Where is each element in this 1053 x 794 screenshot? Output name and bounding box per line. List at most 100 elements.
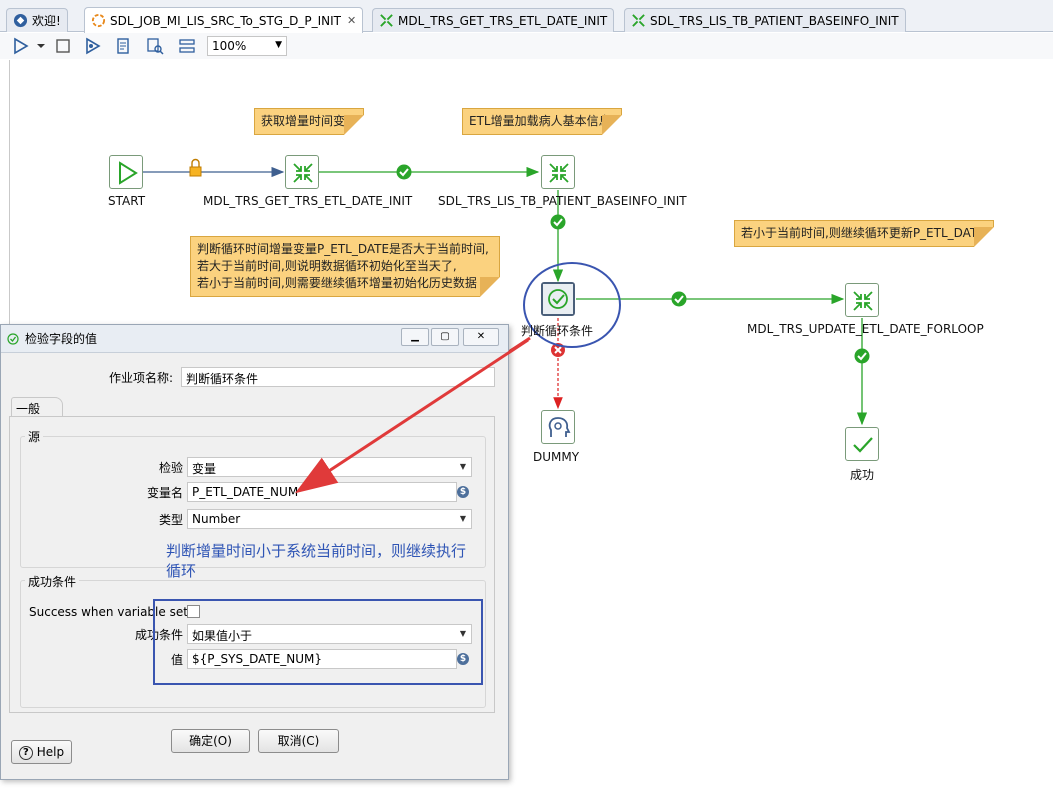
- tab-label: 欢迎!: [32, 14, 61, 28]
- node-label-success: 成功: [850, 468, 875, 482]
- check-field-icon: [7, 332, 19, 345]
- note-line: 若小于当前时间,则需要继续循环增量初始化历史数据: [197, 276, 477, 290]
- note-line: 判断循环时间增量变量P_ETL_DATE是否大于当前时间,: [197, 242, 489, 256]
- transformation-icon: [853, 291, 873, 311]
- condition-select[interactable]: 如果值小于 ▼: [187, 624, 472, 644]
- job-icon: [91, 13, 106, 28]
- script-icon[interactable]: [114, 37, 132, 55]
- transformation-icon: [380, 14, 393, 27]
- start-icon: [119, 161, 138, 185]
- layout-icon[interactable]: [178, 37, 196, 55]
- node-success[interactable]: [845, 427, 879, 461]
- node-get-date[interactable]: [285, 155, 319, 189]
- node-label-patient: SDL_TRS_LIS_TB_PATIENT_BASEINFO_INIT: [438, 194, 687, 208]
- node-check[interactable]: [541, 282, 575, 316]
- type-label: 类型: [158, 513, 183, 527]
- node-label-start: START: [108, 194, 146, 208]
- dialog-title: 检验字段的值: [25, 332, 98, 346]
- job-name-value: 判断循环条件: [186, 372, 259, 386]
- job-name-label: 作业项名称:: [108, 371, 173, 385]
- search-log-icon[interactable]: [146, 37, 164, 55]
- help-icon: ?: [18, 745, 33, 760]
- node-patient[interactable]: [541, 155, 575, 189]
- var-name-value: P_ETL_DATE_NUM: [192, 485, 299, 499]
- dummy-head-icon: [548, 417, 571, 437]
- help-button[interactable]: ? Help: [11, 740, 72, 764]
- maximize-button[interactable]: ▢: [431, 328, 459, 346]
- zoom-select[interactable]: 100% ▼: [207, 36, 287, 56]
- value-input-value: ${P_SYS_DATE_NUM}: [192, 652, 323, 666]
- tab-patient-baseinfo[interactable]: SDL_TRS_LIS_TB_PATIENT_BASEINFO_INIT: [624, 8, 906, 32]
- success-hop-icon: [854, 348, 870, 364]
- success-var-set-label: Success when variable set: [29, 605, 188, 619]
- note-line: 若大于当前时间,则说明数据循环初始化至当天了,: [197, 259, 457, 273]
- node-label-update: MDL_TRS_UPDATE_ETL_DATE_FORLOOP: [747, 322, 984, 336]
- tab-welcome[interactable]: 欢迎!: [6, 8, 68, 32]
- annotation-line: 判断增量时间小于系统当前时间，则继续执行: [166, 542, 467, 560]
- chevron-down-icon: ▼: [459, 514, 467, 523]
- tab-job-main[interactable]: SDL_JOB_MI_LIS_SRC_To_STG_D_P_INIT ✕: [84, 7, 364, 33]
- node-label-get-date: MDL_TRS_GET_TRS_ETL_DATE_INIT: [203, 194, 413, 208]
- minimize-button[interactable]: ▁: [401, 328, 429, 346]
- job-toolbar: [0, 33, 1053, 59]
- node-dummy[interactable]: [541, 410, 575, 444]
- note-text: 获取增量时间变量: [261, 114, 358, 128]
- note-text: 若小于当前时间,则继续循环更新P_ETL_DATE: [741, 226, 985, 240]
- success-group-title: 成功条件: [25, 573, 80, 590]
- annotation-text: 判断增量时间小于系统当前时间，则继续执行 循环: [166, 541, 466, 581]
- success-hop-icon: [396, 164, 412, 180]
- source-group-title: 源: [25, 428, 44, 445]
- success-condition-group: [20, 580, 486, 708]
- annotation-line: 循环: [166, 562, 197, 580]
- welcome-icon: [13, 13, 28, 28]
- zoom-value: 100%: [212, 39, 247, 53]
- node-update[interactable]: [845, 283, 879, 317]
- tab-get-date[interactable]: MDL_TRS_GET_TRS_ETL_DATE_INIT: [372, 8, 615, 32]
- transformation-icon: [549, 163, 569, 183]
- close-icon[interactable]: ✕: [347, 14, 356, 27]
- value-label: 值: [170, 653, 183, 667]
- success-var-set-checkbox[interactable]: [187, 605, 200, 618]
- check-field-icon: [543, 284, 573, 314]
- value-input[interactable]: ${P_SYS_DATE_NUM}: [187, 649, 457, 669]
- node-label-check: 判断循环条件: [521, 324, 594, 338]
- note-patient[interactable]: ETL增量加载病人基本信息: [462, 108, 622, 135]
- lock-icon: [189, 158, 202, 177]
- note-loop[interactable]: 若小于当前时间,则继续循环更新P_ETL_DATE: [734, 220, 994, 247]
- note-get-date[interactable]: 获取增量时间变量: [254, 108, 365, 135]
- transformation-icon: [293, 163, 313, 183]
- run-icon[interactable]: [12, 37, 30, 55]
- cancel-button[interactable]: 取消(C): [258, 729, 339, 753]
- editor-tab-bar: 欢迎! SDL_JOB_MI_LIS_SRC_To_STG_D_P_INIT ✕…: [0, 0, 1053, 33]
- close-button[interactable]: ✕: [463, 328, 499, 346]
- var-name-input[interactable]: P_ETL_DATE_NUM: [187, 482, 457, 502]
- condition-select-value: 如果值小于: [192, 629, 253, 643]
- ok-button[interactable]: 确定(O): [171, 729, 250, 753]
- variable-icon[interactable]: $: [457, 486, 469, 498]
- type-select-value: Number: [192, 512, 241, 526]
- tab-general[interactable]: 一般: [11, 397, 63, 417]
- ok-label: 确定(O): [189, 734, 232, 748]
- job-name-input[interactable]: 判断循环条件: [181, 367, 495, 387]
- tab-general-label: 一般: [16, 402, 41, 416]
- type-select[interactable]: Number ▼: [187, 509, 472, 529]
- condition-label: 成功条件: [134, 628, 183, 642]
- tab-label: SDL_TRS_LIS_TB_PATIENT_BASEINFO_INIT: [650, 13, 899, 28]
- note-text: ETL增量加载病人基本信息: [469, 114, 611, 128]
- cancel-label: 取消(C): [277, 734, 320, 748]
- success-hop-icon: [671, 291, 687, 307]
- success-hop-icon: [550, 214, 566, 230]
- variable-icon[interactable]: $: [457, 653, 469, 665]
- success-check-icon: [853, 437, 873, 453]
- check-select[interactable]: 变量 ▼: [187, 457, 472, 477]
- check-label: 检验: [158, 461, 183, 475]
- node-start[interactable]: [109, 155, 143, 189]
- chevron-down-icon[interactable]: [36, 37, 46, 55]
- preview-icon[interactable]: [84, 37, 102, 55]
- tab-label: SDL_JOB_MI_LIS_SRC_To_STG_D_P_INIT: [110, 13, 341, 28]
- note-check-condition[interactable]: 判断循环时间增量变量P_ETL_DATE是否大于当前时间, 若大于当前时间,则说…: [190, 236, 500, 297]
- stop-icon[interactable]: [54, 37, 72, 55]
- chevron-down-icon: ▼: [459, 462, 467, 471]
- node-label-dummy: DUMMY: [533, 450, 580, 464]
- chevron-down-icon: ▼: [459, 629, 467, 638]
